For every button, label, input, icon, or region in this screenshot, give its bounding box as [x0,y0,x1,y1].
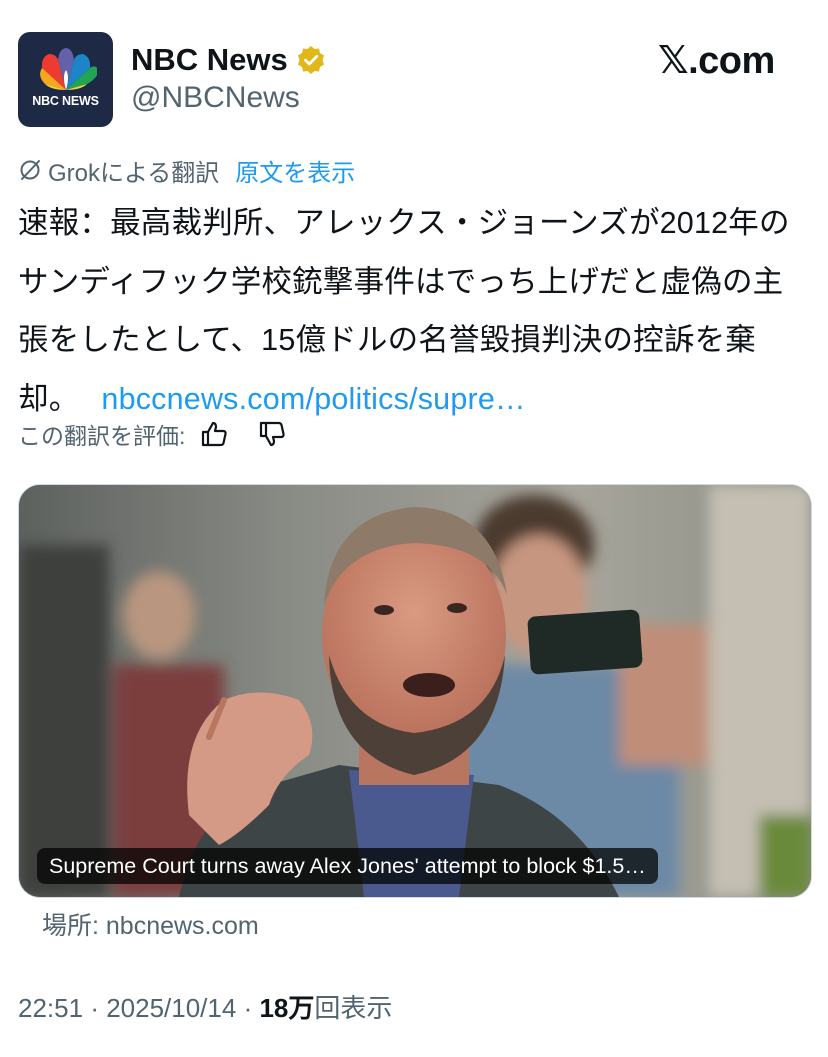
article-photo [19,485,811,897]
thumbs-up-icon[interactable] [199,419,229,449]
nbc-peacock-icon [40,48,97,90]
user-handle[interactable]: @NBCNews [131,81,300,115]
rate-translation-row: この翻訳を評価: [18,414,287,454]
verified-badge-icon [297,46,324,74]
display-name[interactable]: NBC News [131,42,288,78]
rate-translation-label: この翻訳を評価: [18,423,186,449]
translation-row: Grokによる翻訳 原文を表示 [18,152,355,188]
tweet-meta: 22:51 · 2025/10/14 · 18万回表示 [18,988,392,1025]
tweet-text: 速報：最高裁判所、アレックス・ジョーンズが2012年のサンディフック学校銃撃事件… [18,194,814,428]
site-label: 𝕏.com [658,40,775,82]
translation-label: Grokによる翻訳 [48,159,220,187]
avatar[interactable]: NBC NEWS [18,32,113,127]
tweet-header: NBC NEWS NBC News @NBCNews 𝕏.com [18,32,810,128]
tweet-date[interactable]: 2025/10/14 [106,993,236,1023]
show-original-link[interactable]: 原文を表示 [235,153,355,188]
views-label: 回表示 [314,993,393,1023]
name-row: NBC News [131,40,326,80]
separator-dot: · [90,993,107,1023]
separator-dot: · [243,993,260,1023]
tweet-link[interactable]: nbccnews.com/politics/supre… [101,382,525,416]
tweet-time[interactable]: 22:51 [18,993,83,1023]
views-count: 18万 [259,993,315,1023]
link-card[interactable]: Supreme Court turns away Alex Jones' att… [18,484,812,898]
link-source[interactable]: 場所: nbcnews.com [42,906,259,942]
grok-icon [20,160,40,180]
thumbs-down-icon[interactable] [257,419,287,449]
link-card-title: Supreme Court turns away Alex Jones' att… [37,848,658,884]
avatar-logo-text: NBC NEWS [32,94,99,108]
